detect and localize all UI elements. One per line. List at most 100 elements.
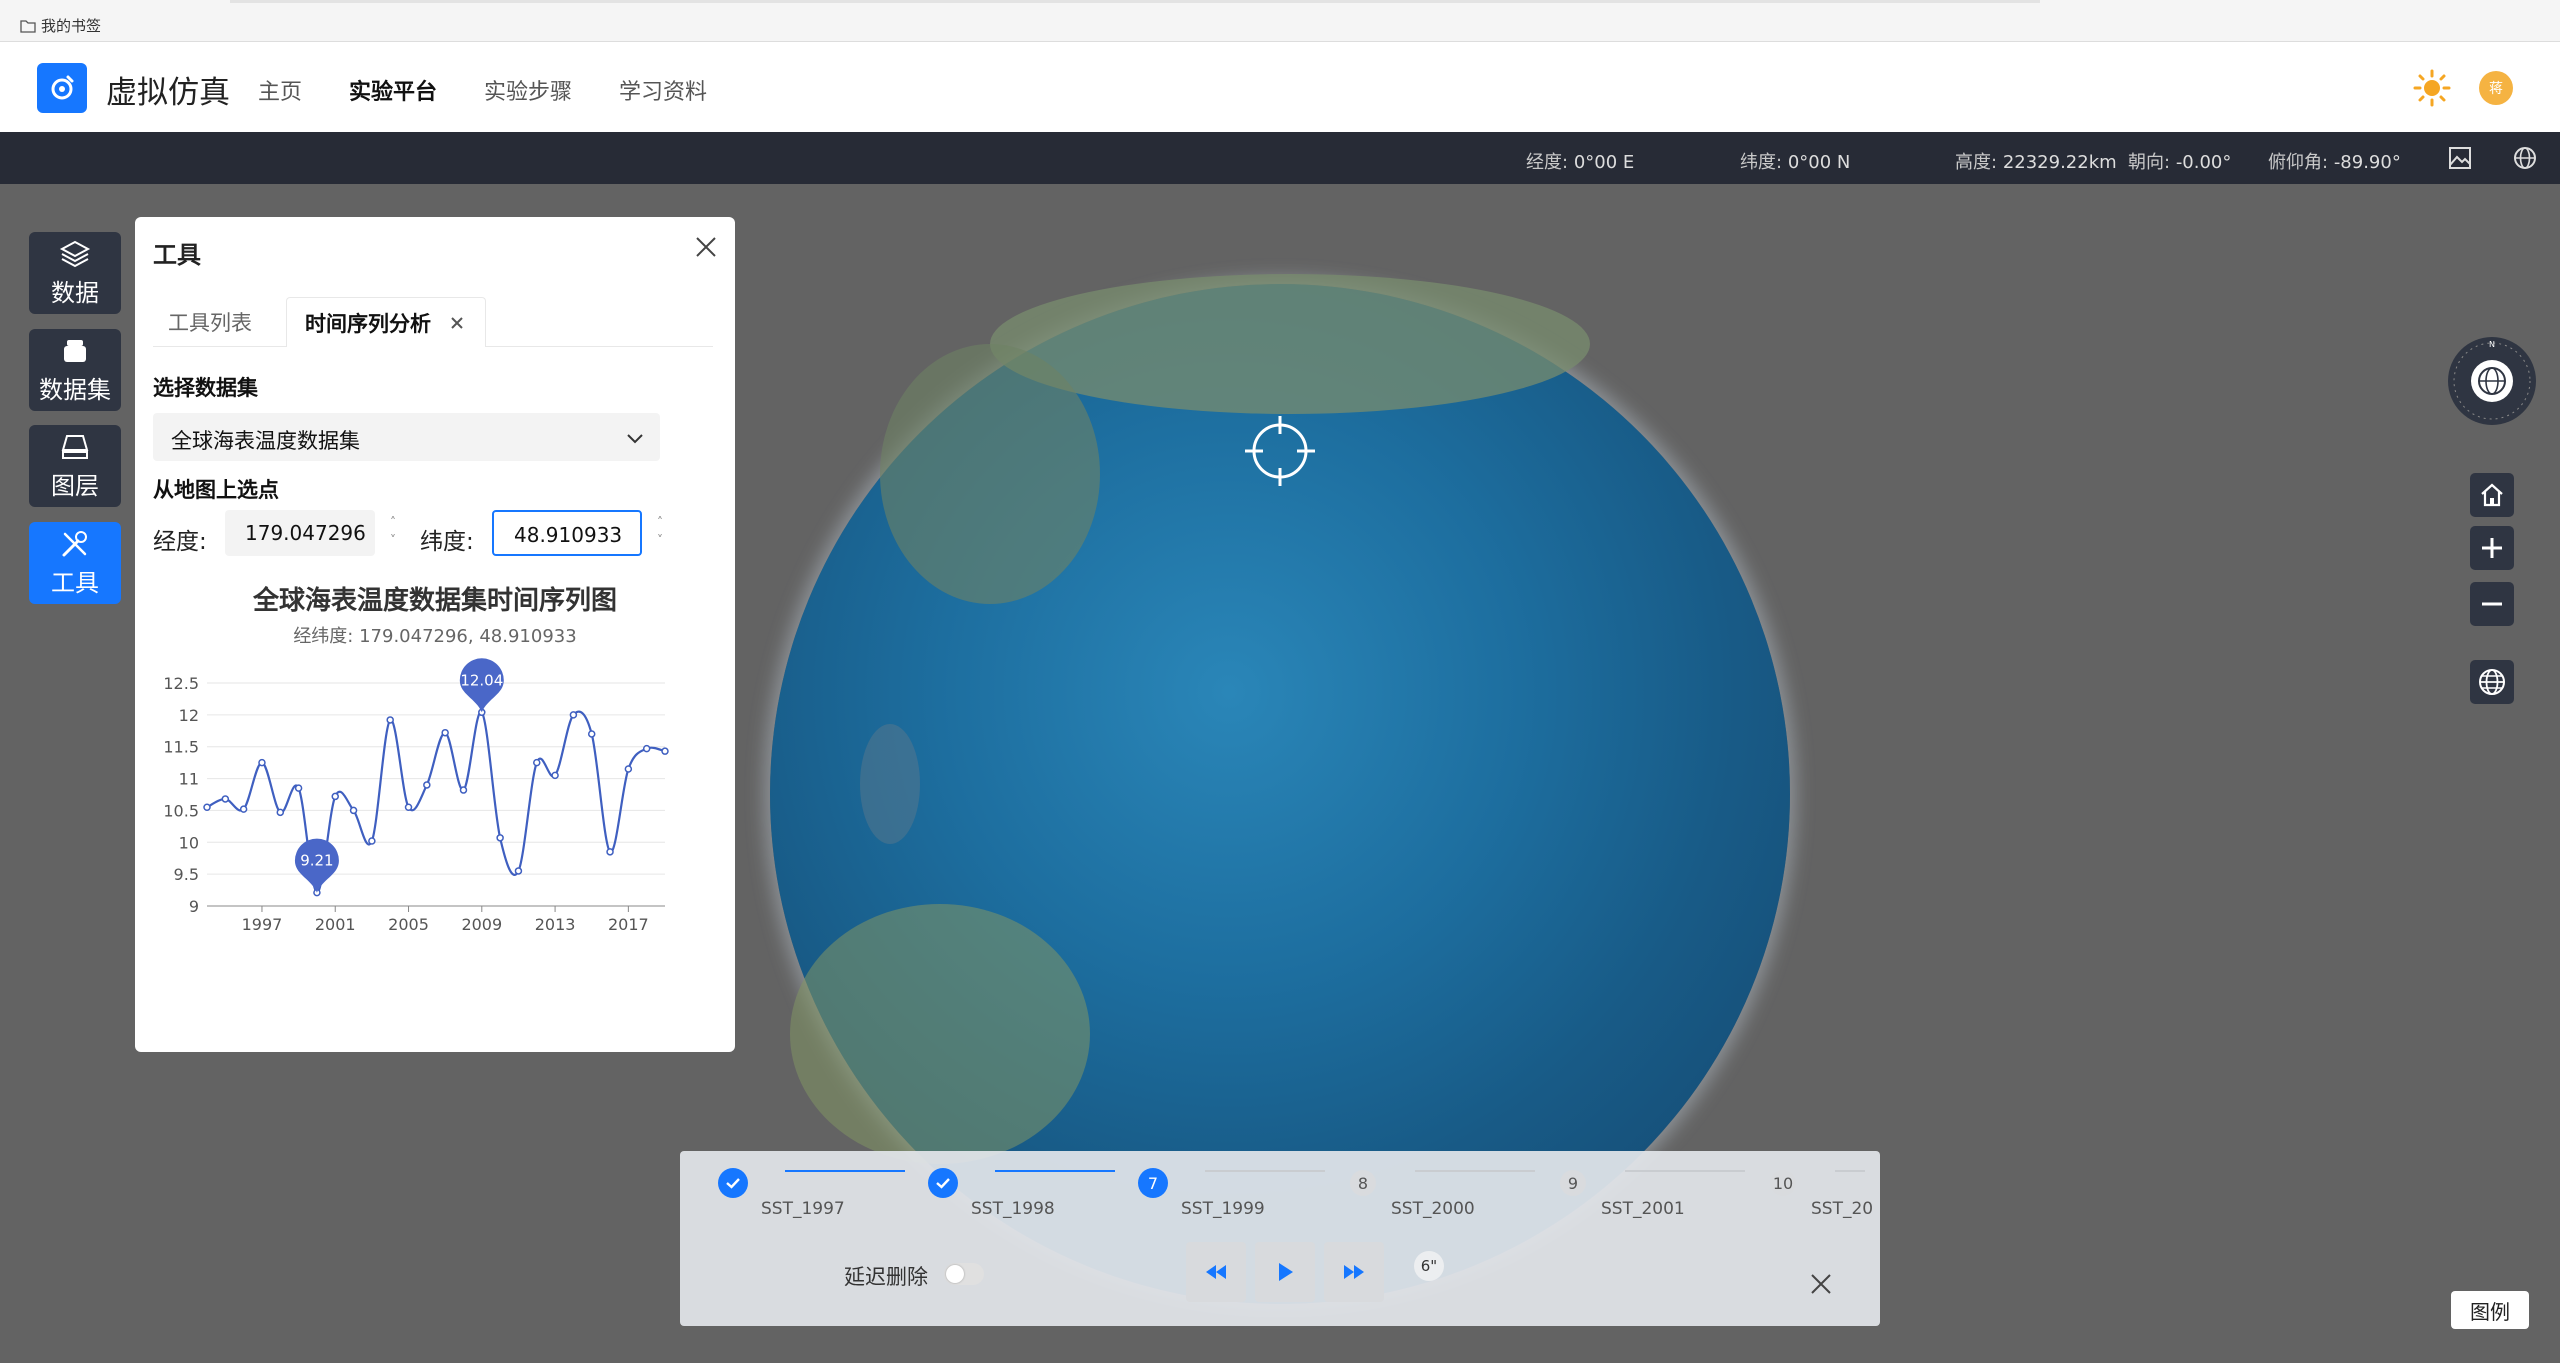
rewind-button[interactable]: [1186, 1242, 1246, 1302]
bookmark-folder[interactable]: 我的书签: [20, 15, 101, 36]
sidebar-layers-label: 图层: [51, 471, 99, 500]
view-mode-button[interactable]: [2470, 660, 2514, 704]
sidebar-data[interactable]: 数据: [29, 232, 121, 314]
dataset-section-label: 选择数据集: [153, 376, 258, 400]
data-point: [459, 786, 468, 794]
step-1-check[interactable]: [718, 1168, 748, 1198]
step-4-pending[interactable]: 8: [1350, 1170, 1376, 1196]
home-icon: [2481, 483, 2503, 507]
crosshair-icon: [1245, 416, 1315, 486]
step-6-pending[interactable]: 10: [1770, 1170, 1796, 1196]
app-logo[interactable]: [37, 63, 87, 113]
globe-icon[interactable]: [2512, 145, 2538, 171]
step-2-check[interactable]: [928, 1168, 958, 1198]
step-5-pending[interactable]: 9: [1560, 1170, 1586, 1196]
compass-icon[interactable]: N: [2447, 336, 2537, 426]
nav-platform[interactable]: 实验平台: [349, 74, 437, 106]
speed-indicator[interactable]: 6": [1414, 1251, 1444, 1281]
legend-button[interactable]: 图例: [2451, 1291, 2529, 1329]
data-point: [331, 792, 339, 801]
nav-materials[interactable]: 学习资料: [619, 74, 707, 106]
data-point: [661, 747, 669, 755]
data-point: [423, 781, 431, 789]
bookmark-folder-label: 我的书签: [41, 17, 102, 35]
land-southwest: [790, 904, 1090, 1164]
home-button[interactable]: [2470, 473, 2514, 517]
svg-text:N: N: [2489, 340, 2495, 349]
data-point: [496, 834, 504, 842]
play-button[interactable]: [1255, 1242, 1315, 1302]
data-point: [624, 765, 633, 773]
check-icon: [726, 1178, 740, 1189]
fast-forward-button[interactable]: [1324, 1242, 1384, 1302]
y-tick-label: 10.5: [163, 801, 199, 820]
panel-tabs: 工具列表 时间序列分析: [153, 297, 713, 347]
chart-title: 全球海表温度数据集时间序列图: [252, 586, 617, 616]
latitude-stepper[interactable]: ˄ ˅: [652, 513, 668, 553]
sun-icon[interactable]: [2412, 68, 2452, 108]
tab-time-series[interactable]: 时间序列分析: [286, 297, 486, 347]
chevron-down-icon: [627, 434, 643, 444]
data-point: [587, 730, 596, 738]
status-altitude: 高度: 22329.22km: [1955, 152, 2117, 173]
timeline-player: SST_1997 SST_1998 7 SST_1999 8 SST_2000 …: [680, 1151, 1880, 1326]
nav-steps[interactable]: 实验步骤: [484, 74, 572, 106]
chart-subtitle: 经纬度: 179.047296, 48.910933: [293, 626, 577, 647]
coordinate-status-bar: 经度: 0°00 E 纬度: 0°00 N 高度: 22329.22km 朝向:…: [0, 132, 2560, 184]
x-tick-label: 2005: [388, 915, 429, 934]
land-northwest: [880, 344, 1100, 604]
pick-point-label: 从地图上选点: [153, 478, 279, 502]
nav-home[interactable]: 主页: [258, 74, 302, 106]
fast-forward-icon: [1344, 1265, 1364, 1279]
data-point: [606, 848, 614, 856]
sidebar-data-label: 数据: [51, 278, 99, 307]
dataset-select[interactable]: 全球海表温度数据集: [153, 413, 660, 461]
sidebar-tools[interactable]: 工具: [29, 522, 121, 604]
status-latitude: 纬度: 0°00 N: [1740, 152, 1851, 173]
data-point: [404, 803, 413, 811]
step-connector-3: [1205, 1170, 1325, 1172]
tab-close-icon[interactable]: [449, 315, 465, 331]
close-icon[interactable]: [1808, 1271, 1834, 1297]
rewind-icon: [1206, 1265, 1226, 1279]
panel-title: 工具: [153, 241, 201, 269]
plus-icon: [2482, 538, 2502, 558]
step-connector-5: [1625, 1170, 1745, 1172]
time-series-chart[interactable]: 9 9.5 10 10.5 11 11.5 12 12.5 1997 2001 2005 2009 20…: [135, 647, 735, 987]
sidebar-layers[interactable]: 图层: [29, 425, 121, 507]
latitude-input[interactable]: 48.910933: [492, 510, 642, 556]
longitude-input[interactable]: 179.047296: [225, 510, 375, 556]
min-marker-label: 9.21: [300, 852, 333, 870]
step-label-1: SST_1997: [761, 1199, 845, 1219]
bookmarks-bar: 我的书签: [0, 0, 2560, 42]
data-point: [294, 784, 303, 792]
app-header: 虚拟仿真 主页 实验平台 实验步骤 学习资料 蒋: [0, 42, 2560, 132]
globe-icon: [2479, 669, 2505, 695]
y-tick-label: 10: [179, 833, 199, 852]
series-line: [206, 710, 666, 894]
y-tick-label: 9: [189, 897, 199, 916]
step-label-4: SST_2000: [1391, 1199, 1475, 1219]
tab-tool-list[interactable]: 工具列表: [153, 297, 283, 347]
image-icon[interactable]: [2447, 145, 2473, 171]
longitude-stepper[interactable]: ˄ ˅: [385, 513, 401, 553]
data-point: [441, 728, 449, 737]
user-avatar[interactable]: 蒋: [2479, 71, 2513, 105]
step-3-current[interactable]: 7: [1138, 1168, 1168, 1198]
y-tick-label: 11: [179, 770, 199, 789]
folder-icon: [20, 19, 36, 33]
main-nav: 主页 实验平台 实验步骤 学习资料: [258, 74, 707, 106]
close-icon[interactable]: [692, 233, 720, 261]
sidebar-dataset[interactable]: 数据集: [29, 329, 121, 411]
status-longitude: 经度: 0°00 E: [1526, 152, 1635, 173]
latitude-label: 纬度:: [420, 529, 474, 555]
delay-delete-toggle[interactable]: [944, 1263, 984, 1285]
land-north: [990, 274, 1590, 414]
layers-icon: [59, 240, 91, 267]
zoom-out-button[interactable]: [2470, 582, 2514, 626]
zoom-in-button[interactable]: [2470, 526, 2514, 570]
step-label-3: SST_1999: [1181, 1199, 1265, 1219]
step-label-6: SST_20: [1811, 1199, 1874, 1219]
tools-icon: [62, 530, 87, 556]
sidebar-dataset-label: 数据集: [39, 375, 111, 404]
